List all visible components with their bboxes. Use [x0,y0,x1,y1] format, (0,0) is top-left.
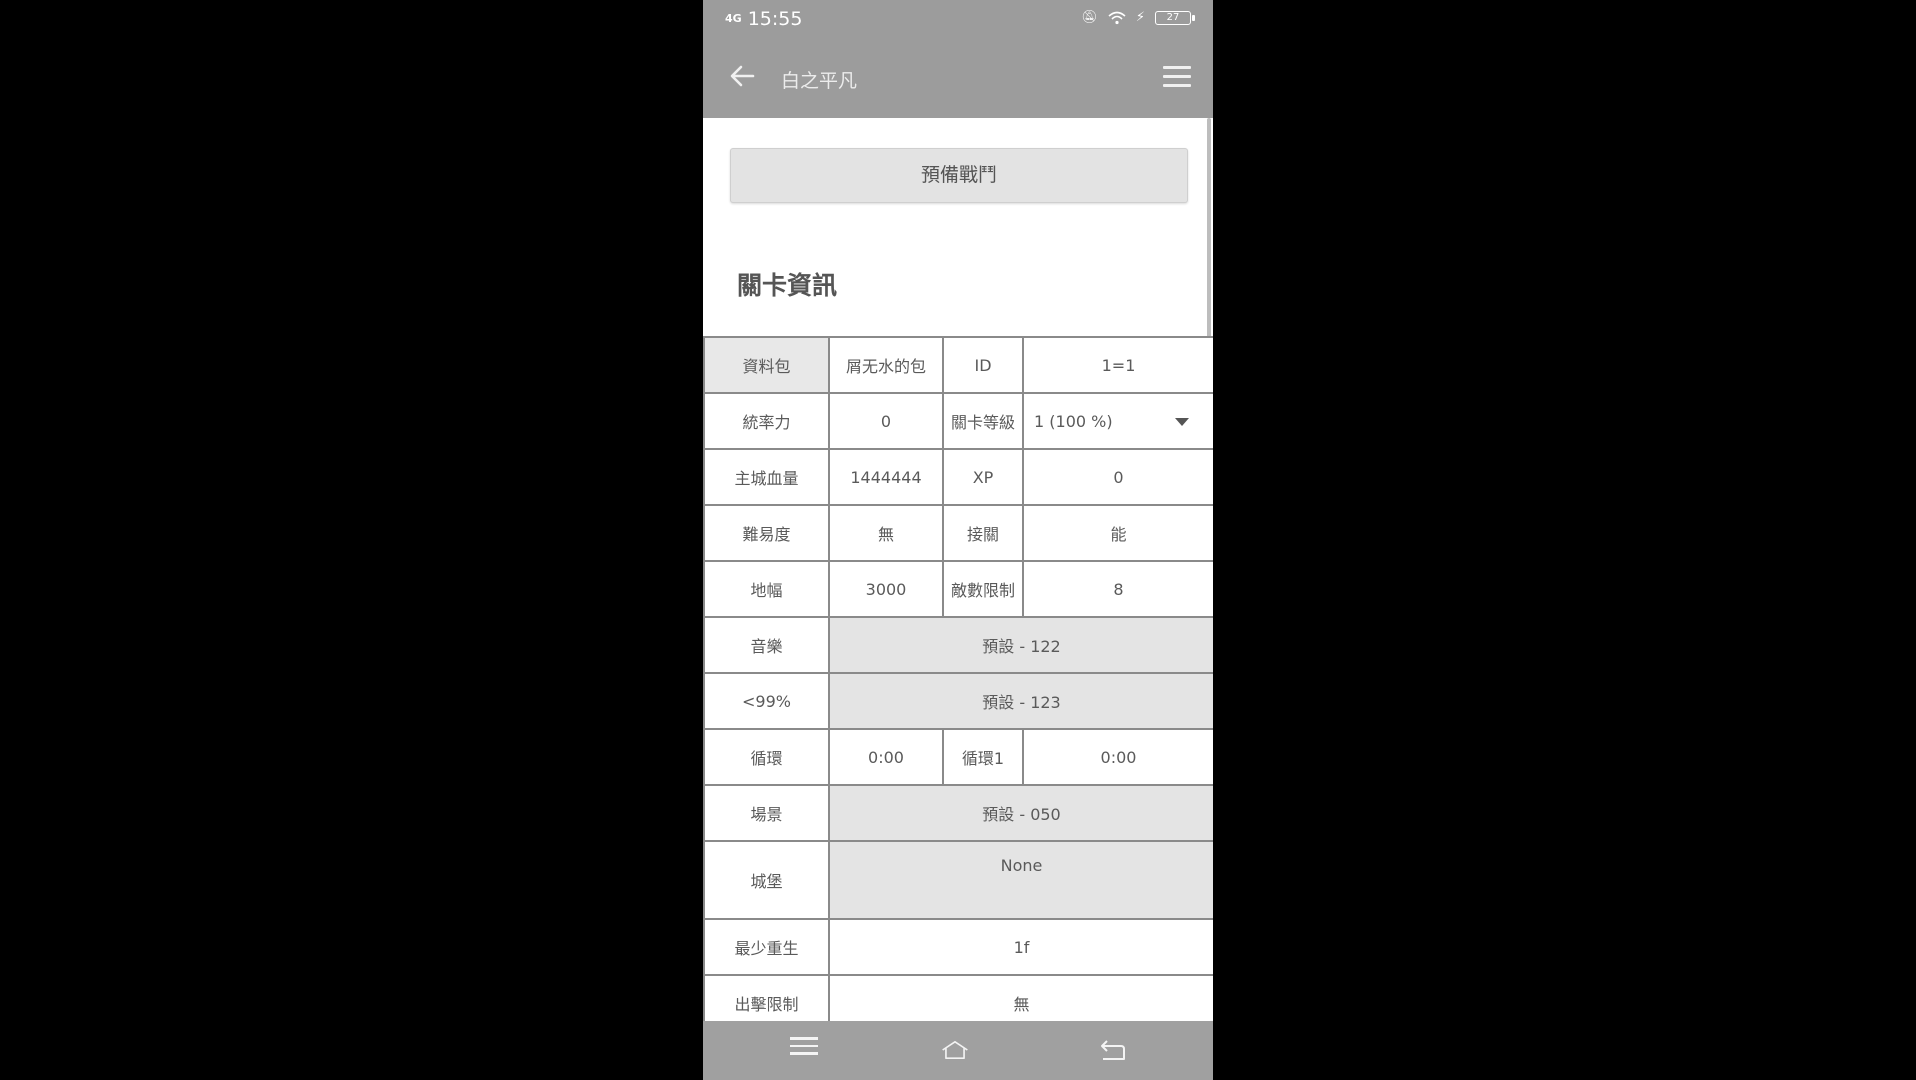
enemy-limit-label: 敵數限制 [942,560,1024,618]
xp-label: XP [942,448,1024,506]
table-row: 音樂 預設 - 122 [703,616,1213,674]
difficulty-label: 難易度 [703,504,830,562]
battery-icon: 27 [1155,10,1195,25]
main-content: 預備戰鬥 關卡資訊 資料包 屑无水的包 ID 1=1 統率力 0 關卡等級 1 … [703,118,1213,1032]
min-respawn-value: 1f [828,918,1213,976]
table-row: 難易度 無 接關 能 [703,504,1213,562]
pack-label: 資料包 [703,336,830,394]
stage-level-dropdown[interactable]: 1 (100 %) [1022,392,1213,450]
app-title: 白之平凡 [781,70,858,92]
castle-selector[interactable]: None [828,840,1213,920]
dropdown-caret-icon [1175,418,1189,426]
battery-level: 27 [1166,11,1180,23]
menu-icon[interactable] [1163,66,1191,88]
stage-level-label: 關卡等級 [942,392,1024,450]
nav-home-icon[interactable] [941,1037,969,1063]
table-row: 地幅 3000 敵數限制 8 [703,560,1213,618]
xp-value: 0 [1022,448,1213,506]
id-label: ID [942,336,1024,394]
table-row: 統率力 0 關卡等級 1 (100 %) [703,392,1213,450]
enemy-limit-value: 8 [1022,560,1213,618]
phone-screen: 4G 15:55 🔕︎ ⚡︎ 27 白之平凡 預備戰鬥 關卡資訊 資料包 屑无水… [703,0,1213,1080]
status-time: 15:55 [747,8,803,30]
mute-icon: 🔕︎ [1081,10,1098,25]
music99-selector[interactable]: 預設 - 123 [828,672,1213,730]
app-bar: 白之平凡 [703,40,1213,118]
pack-value: 屑无水的包 [828,336,944,394]
castle-label: 城堡 [703,840,830,920]
loop1-label: 循環1 [942,728,1024,786]
table-row: 城堡 None [703,840,1213,920]
charging-icon: ⚡︎ [1135,10,1145,25]
loop1-value: 0:00 [1022,728,1213,786]
stage-level-value: 1 (100 %) [1034,411,1113,431]
base-hp-value: 1444444 [828,448,944,506]
table-row: 最少重生 1f [703,918,1213,976]
prepare-battle-button[interactable]: 預備戰鬥 [730,148,1188,203]
map-width-label: 地幅 [703,560,830,618]
navigation-bar [703,1021,1213,1080]
signal-icon: 4G [725,12,742,25]
continue-value: 能 [1022,504,1213,562]
music-label: 音樂 [703,616,830,674]
difficulty-value: 無 [828,504,944,562]
nav-back-icon[interactable] [1099,1037,1127,1063]
stage-info-table: 資料包 屑无水的包 ID 1=1 統率力 0 關卡等級 1 (100 %) 主城… [703,336,1213,1032]
back-arrow-icon[interactable] [725,58,761,94]
section-title: 關卡資訊 [737,271,838,300]
table-row: 場景 預設 - 050 [703,784,1213,842]
table-row: 資料包 屑无水的包 ID 1=1 [703,336,1213,394]
status-bar: 4G 15:55 🔕︎ ⚡︎ 27 [703,0,1213,40]
min-respawn-label: 最少重生 [703,918,830,976]
map-width-value: 3000 [828,560,944,618]
id-value: 1=1 [1022,336,1213,394]
table-row: 主城血量 1444444 XP 0 [703,448,1213,506]
continue-label: 接關 [942,504,1024,562]
leadership-value: 0 [828,392,944,450]
loop-value: 0:00 [828,728,944,786]
nav-menu-icon[interactable] [790,1037,818,1063]
table-row: 循環 0:00 循環1 0:00 [703,728,1213,786]
scene-selector[interactable]: 預設 - 050 [828,784,1213,842]
music-selector[interactable]: 預設 - 122 [828,616,1213,674]
music99-label: <99% [703,672,830,730]
leadership-label: 統率力 [703,392,830,450]
scene-label: 場景 [703,784,830,842]
loop-label: 循環 [703,728,830,786]
wifi-icon [1108,11,1126,24]
table-row: <99% 預設 - 123 [703,672,1213,730]
base-hp-label: 主城血量 [703,448,830,506]
